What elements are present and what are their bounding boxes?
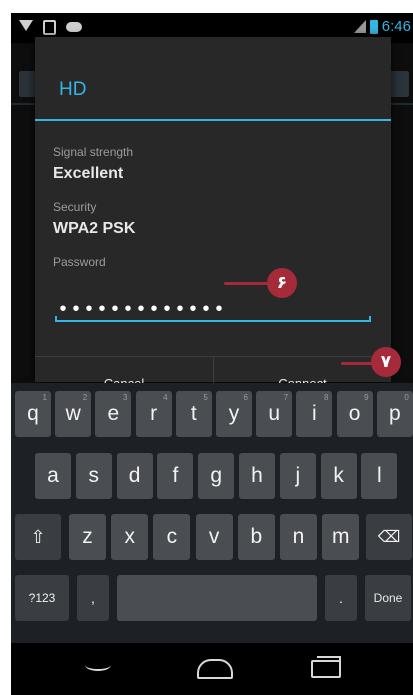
key-x[interactable]: x bbox=[111, 514, 149, 560]
key-a[interactable]: a bbox=[35, 453, 71, 499]
key-label: y bbox=[228, 402, 240, 425]
key-number-hint: 4 bbox=[163, 393, 168, 402]
key-number-hint: 1 bbox=[42, 393, 47, 402]
key-l[interactable]: l bbox=[361, 453, 398, 499]
home-icon[interactable] bbox=[197, 659, 233, 679]
password-input-underline bbox=[55, 316, 371, 322]
key-c[interactable]: c bbox=[153, 514, 191, 560]
key-u[interactable]: u7 bbox=[256, 391, 293, 437]
password-label: Password bbox=[53, 255, 106, 269]
password-callout-badge: ۶ bbox=[267, 268, 297, 298]
signal-strength-value: Excellent bbox=[53, 165, 124, 182]
key-y[interactable]: y6 bbox=[216, 391, 252, 437]
comma-key[interactable]: , bbox=[77, 575, 109, 621]
security-value: WPA2 PSK bbox=[53, 220, 136, 237]
key-number-hint: 8 bbox=[323, 393, 329, 402]
period-key[interactable]: . bbox=[325, 575, 357, 621]
key-number-hint: 7 bbox=[283, 393, 289, 402]
key-r[interactable]: r4 bbox=[135, 391, 172, 437]
key-w[interactable]: w2 bbox=[55, 391, 92, 437]
notification-icons bbox=[19, 20, 82, 35]
key-number-hint: 9 bbox=[364, 393, 369, 402]
security-label: Security bbox=[53, 200, 97, 214]
key-q[interactable]: q1 bbox=[15, 391, 51, 437]
done-key[interactable]: Done bbox=[365, 575, 411, 621]
key-f[interactable]: f bbox=[157, 453, 194, 499]
key-t[interactable]: t5 bbox=[175, 391, 212, 437]
cell-signal-icon bbox=[353, 20, 366, 33]
keyboard-row-3: ⇧ ⌫ zxcvbnm bbox=[11, 514, 413, 576]
wifi-connect-dialog: HD Signal strength Excellent Security WP… bbox=[35, 37, 391, 409]
key-label: o bbox=[348, 402, 361, 425]
signal-strength-label: Signal strength bbox=[53, 145, 134, 159]
key-h[interactable]: h bbox=[239, 453, 275, 499]
battery-icon bbox=[369, 19, 378, 34]
key-label: e bbox=[107, 402, 120, 425]
key-k[interactable]: k bbox=[320, 453, 357, 499]
password-input[interactable]: ••••••••••••• bbox=[57, 301, 226, 321]
sd-card-icon bbox=[43, 20, 56, 35]
dialog-title: HD bbox=[59, 79, 87, 100]
gamepad-icon bbox=[66, 22, 82, 32]
key-label: u bbox=[268, 402, 281, 425]
key-number-hint: 6 bbox=[243, 393, 248, 402]
key-g[interactable]: g bbox=[198, 453, 235, 499]
keyboard-row-1: q1w2e3r4t5y6u7i8o9p0 bbox=[11, 391, 413, 453]
space-key[interactable] bbox=[117, 575, 317, 621]
key-number-hint: 3 bbox=[122, 393, 128, 402]
backspace-key[interactable]: ⌫ bbox=[366, 514, 412, 560]
key-s[interactable]: s bbox=[75, 453, 112, 499]
key-m[interactable]: m bbox=[322, 514, 360, 560]
back-icon[interactable] bbox=[85, 659, 111, 671]
key-label: i bbox=[312, 402, 317, 425]
key-b[interactable]: b bbox=[237, 514, 275, 560]
key-j[interactable]: j bbox=[279, 453, 316, 499]
key-label: t bbox=[190, 402, 197, 425]
key-number-hint: 2 bbox=[82, 393, 88, 402]
key-n[interactable]: n bbox=[280, 514, 317, 560]
keyboard-row-2: asdfghjkl bbox=[11, 453, 413, 515]
key-label: w bbox=[65, 402, 81, 425]
key-e[interactable]: e3 bbox=[95, 391, 132, 437]
key-label: p bbox=[388, 402, 401, 425]
key-label: q bbox=[27, 402, 39, 425]
key-number-hint: 0 bbox=[404, 393, 409, 402]
key-v[interactable]: v bbox=[195, 514, 233, 560]
key-d[interactable]: d bbox=[116, 453, 153, 499]
key-label: r bbox=[150, 402, 158, 425]
keyboard-row-4: ?123 , . Done bbox=[11, 575, 413, 637]
key-i[interactable]: i8 bbox=[296, 391, 333, 437]
connect-callout-badge: ۷ bbox=[371, 347, 401, 377]
status-clock: 6:46 bbox=[381, 18, 411, 35]
key-o[interactable]: o9 bbox=[336, 391, 373, 437]
system-status: 6:46 bbox=[353, 18, 411, 35]
wifi-notification-icon bbox=[19, 20, 33, 31]
title-divider bbox=[35, 119, 391, 121]
recent-apps-icon[interactable] bbox=[311, 656, 341, 678]
key-number-hint: 5 bbox=[203, 393, 208, 402]
phone-screen: 6:46 HD Signal strength Excellent Securi… bbox=[11, 13, 413, 695]
soft-keyboard: q1w2e3r4t5y6u7i8o9p0 asdfghjkl ⇧ ⌫ zxcvb… bbox=[11, 383, 413, 643]
key-z[interactable]: z bbox=[69, 514, 106, 560]
shift-key[interactable]: ⇧ bbox=[15, 514, 61, 560]
symbols-key[interactable]: ?123 bbox=[15, 575, 69, 621]
key-p[interactable]: p0 bbox=[376, 391, 413, 437]
navigation-bar bbox=[11, 643, 413, 695]
